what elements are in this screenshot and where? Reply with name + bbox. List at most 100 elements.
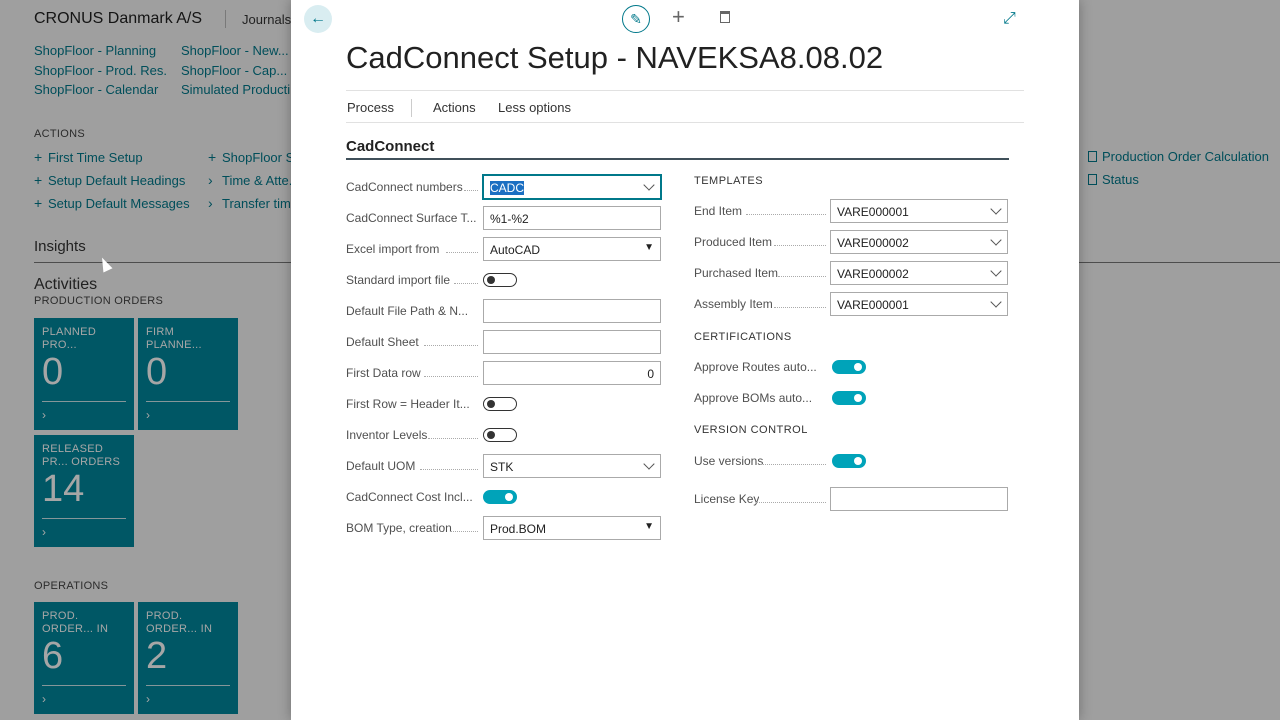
- field-label: CadConnect Surface T...: [346, 211, 477, 225]
- leader-dots: [424, 334, 478, 346]
- approve-routes-toggle[interactable]: [832, 360, 866, 374]
- templates-heading: TEMPLATES: [694, 175, 764, 187]
- field-label: Excel import from: [346, 242, 440, 256]
- edit-pencil-icon[interactable]: ✎: [622, 5, 650, 33]
- certifications-heading: CERTIFICATIONS: [694, 331, 792, 343]
- inventor-levels-toggle[interactable]: [483, 428, 517, 442]
- leader-dots: [756, 491, 826, 503]
- field-label: Purchased Item: [694, 266, 779, 280]
- field-first-row-header: First Row = Header It...: [346, 392, 666, 416]
- first-data-row-input[interactable]: 0: [483, 361, 661, 385]
- chevron-down-icon: [990, 234, 1002, 246]
- field-label: License Key: [694, 492, 760, 506]
- dropdown-triangle-icon: ▼: [644, 521, 654, 532]
- default-sheet-input[interactable]: [483, 330, 661, 354]
- leader-dots: [454, 272, 478, 284]
- purchased-item-input[interactable]: VARE000002: [830, 261, 1008, 285]
- cadconnect-setup-dialog: ← ✎ + ⤢ CadConnect Setup - NAVEKSA8.08.0…: [291, 0, 1079, 720]
- field-approve-routes: Approve Routes auto...: [694, 355, 1014, 379]
- field-assembly-item: Assembly Item VARE000001: [694, 292, 1014, 316]
- field-label: Standard import file: [346, 273, 451, 287]
- field-bom-type-creation: BOM Type, creation Prod.BOM ▼: [346, 516, 666, 540]
- leader-dots: [428, 427, 478, 439]
- expand-icon[interactable]: ⤢: [1003, 10, 1016, 28]
- menu-separator: [411, 99, 412, 117]
- leader-dots: [774, 296, 826, 308]
- excel-import-from-select[interactable]: AutoCAD ▼: [483, 237, 661, 261]
- chevron-down-icon: [643, 179, 655, 191]
- field-label: End Item: [694, 204, 743, 218]
- leader-dots: [424, 365, 478, 377]
- field-excel-import-from: Excel import from AutoCAD ▼: [346, 237, 666, 261]
- use-versions-toggle[interactable]: [832, 454, 866, 468]
- menubar-divider-bottom: [346, 122, 1024, 123]
- field-default-sheet: Default Sheet: [346, 330, 666, 354]
- first-row-header-toggle[interactable]: [483, 397, 517, 411]
- dropdown-triangle-icon: ▼: [644, 242, 654, 253]
- approve-boms-toggle[interactable]: [832, 391, 866, 405]
- fasttab-underline: [346, 158, 1009, 160]
- field-label: Default File Path & N...: [346, 304, 469, 318]
- field-label: Use versions: [694, 454, 764, 468]
- field-label: Inventor Levels: [346, 428, 428, 442]
- leader-dots: [464, 179, 478, 191]
- leader-dots: [420, 458, 478, 470]
- field-use-versions: Use versions: [694, 449, 1014, 473]
- fasttab-cadconnect[interactable]: CadConnect: [346, 138, 434, 155]
- field-label: Approve BOMs auto...: [694, 391, 813, 405]
- cadconnect-numbers-input[interactable]: CADC: [483, 175, 661, 199]
- bom-type-creation-select[interactable]: Prod.BOM ▼: [483, 516, 661, 540]
- field-label: First Row = Header It...: [346, 397, 470, 411]
- leader-dots: [778, 265, 826, 277]
- field-end-item: End Item VARE000001: [694, 199, 1014, 223]
- end-item-input[interactable]: VARE000001: [830, 199, 1008, 223]
- field-cadconnect-cost-incl: CadConnect Cost Incl...: [346, 485, 666, 509]
- field-label: Assembly Item: [694, 297, 773, 311]
- field-label: First Data row: [346, 366, 421, 380]
- chevron-down-icon: [990, 265, 1002, 277]
- menu-actions[interactable]: Actions: [433, 100, 476, 115]
- page-title: CadConnect Setup - NAVEKSA8.08.02: [346, 40, 884, 75]
- standard-import-file-toggle[interactable]: [483, 273, 517, 287]
- cadconnect-cost-incl-toggle[interactable]: [483, 490, 517, 504]
- chevron-down-icon: [990, 203, 1002, 215]
- field-label: CadConnect Cost Incl...: [346, 490, 473, 504]
- field-label: BOM Type, creation: [346, 521, 452, 535]
- default-file-path-input[interactable]: [483, 299, 661, 323]
- menu-less-options[interactable]: Less options: [498, 100, 571, 115]
- assembly-item-input[interactable]: VARE000001: [830, 292, 1008, 316]
- back-arrow-icon[interactable]: ←: [304, 5, 332, 33]
- chevron-down-icon: [643, 458, 655, 470]
- field-label: Default UOM: [346, 459, 416, 473]
- field-label: Produced Item: [694, 235, 773, 249]
- field-cadconnect-surface: CadConnect Surface T... %1-%2: [346, 206, 666, 230]
- license-key-input[interactable]: [830, 487, 1008, 511]
- menu-process[interactable]: Process: [347, 100, 394, 115]
- field-first-data-row: First Data row 0: [346, 361, 666, 385]
- field-label: CadConnect numbers: [346, 180, 463, 194]
- leader-dots: [446, 241, 478, 253]
- field-label: Default Sheet: [346, 335, 419, 349]
- field-produced-item: Produced Item VARE000002: [694, 230, 1014, 254]
- field-cadconnect-numbers: CadConnect numbers CADC: [346, 175, 666, 199]
- version-control-heading: VERSION CONTROL: [694, 424, 808, 436]
- cadconnect-surface-input[interactable]: %1-%2: [483, 206, 661, 230]
- leader-dots: [774, 234, 826, 246]
- field-inventor-levels: Inventor Levels: [346, 423, 666, 447]
- leader-dots: [450, 520, 478, 532]
- field-license-key: License Key: [694, 487, 1014, 511]
- chevron-down-icon: [990, 296, 1002, 308]
- plus-icon[interactable]: +: [672, 4, 685, 30]
- field-purchased-item: Purchased Item VARE000002: [694, 261, 1014, 285]
- delete-trash-icon[interactable]: [720, 11, 730, 23]
- field-label: Approve Routes auto...: [694, 360, 817, 374]
- field-standard-import-file: Standard import file: [346, 268, 666, 292]
- leader-dots: [746, 203, 826, 215]
- leader-dots: [760, 453, 826, 465]
- menubar-divider-top: [346, 90, 1024, 91]
- produced-item-input[interactable]: VARE000002: [830, 230, 1008, 254]
- default-uom-input[interactable]: STK: [483, 454, 661, 478]
- field-approve-boms: Approve BOMs auto...: [694, 386, 1014, 410]
- field-default-file-path: Default File Path & N...: [346, 299, 666, 323]
- field-default-uom: Default UOM STK: [346, 454, 666, 478]
